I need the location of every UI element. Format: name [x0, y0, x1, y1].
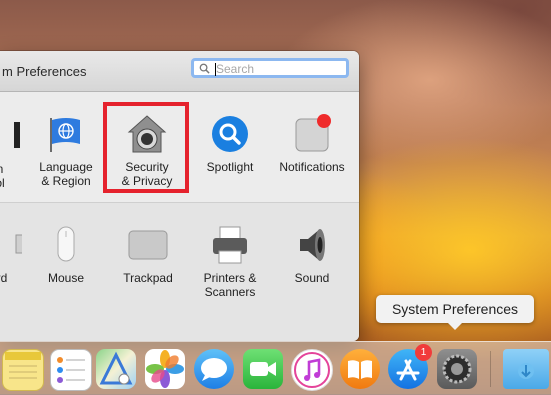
system-preferences-window: m Preferences n ol [0, 51, 359, 341]
pane-printers-scanners[interactable]: Printers & Scanners [186, 225, 274, 299]
keyboard-icon [0, 225, 27, 265]
pane-security-privacy[interactable]: Security & Privacy [103, 114, 191, 188]
house-lock-icon [127, 114, 167, 154]
reminders-icon[interactable] [50, 349, 92, 391]
dock: 1 [0, 341, 551, 395]
pane-label: Security [125, 160, 169, 174]
trackpad-icon [128, 225, 168, 265]
pane-trackpad[interactable]: Trackpad [104, 225, 192, 285]
partial-pane-icon [0, 116, 24, 156]
pane-label: Notifications [279, 160, 345, 174]
ibooks-icon[interactable] [340, 349, 380, 389]
downloads-folder-icon[interactable] [503, 349, 549, 389]
messages-icon[interactable] [194, 349, 234, 389]
notifications-icon [292, 114, 332, 154]
speaker-icon [292, 225, 332, 265]
pane-mouse[interactable]: Mouse [22, 225, 110, 285]
mouse-icon [46, 225, 86, 265]
search-icon [199, 63, 210, 74]
preferences-row-1: n ol Language & Region [0, 92, 359, 203]
search-field[interactable] [191, 58, 349, 78]
maps-icon[interactable] [96, 349, 136, 389]
title-bar: m Preferences [0, 51, 359, 92]
spotlight-icon [210, 114, 250, 154]
pane-label: Sound [294, 271, 330, 285]
system-preferences-icon[interactable] [437, 349, 477, 389]
photos-icon[interactable] [145, 349, 185, 389]
pane-label: Scanners [204, 285, 256, 299]
dock-divider [490, 351, 491, 387]
pane-language-region[interactable]: Language & Region [22, 114, 110, 188]
pane-label: & Region [41, 174, 91, 188]
window-title: m Preferences [2, 64, 87, 79]
printer-icon [210, 225, 250, 265]
pane-label: Trackpad [123, 271, 173, 285]
notes-icon[interactable] [2, 349, 44, 391]
pane-spotlight[interactable]: Spotlight [186, 114, 274, 174]
pane-label: & Privacy [121, 174, 173, 188]
itunes-icon[interactable] [291, 349, 333, 391]
preferences-row-2: rd Mouse Trackpad [0, 203, 359, 341]
pane-label: Mouse [47, 271, 85, 285]
dock-tooltip: System Preferences [376, 295, 534, 330]
pane-sound[interactable]: Sound [268, 225, 356, 285]
pane-label: Printers & [203, 271, 257, 285]
app-store-icon[interactable]: 1 [388, 344, 432, 389]
app-store-badge: 1 [415, 344, 432, 361]
pane-label: Language [39, 160, 93, 174]
search-input[interactable] [216, 61, 341, 76]
pane-notifications[interactable]: Notifications [268, 114, 356, 174]
pane-label: Spotlight [206, 160, 254, 174]
facetime-icon[interactable] [243, 349, 283, 389]
flag-globe-icon [46, 114, 86, 154]
